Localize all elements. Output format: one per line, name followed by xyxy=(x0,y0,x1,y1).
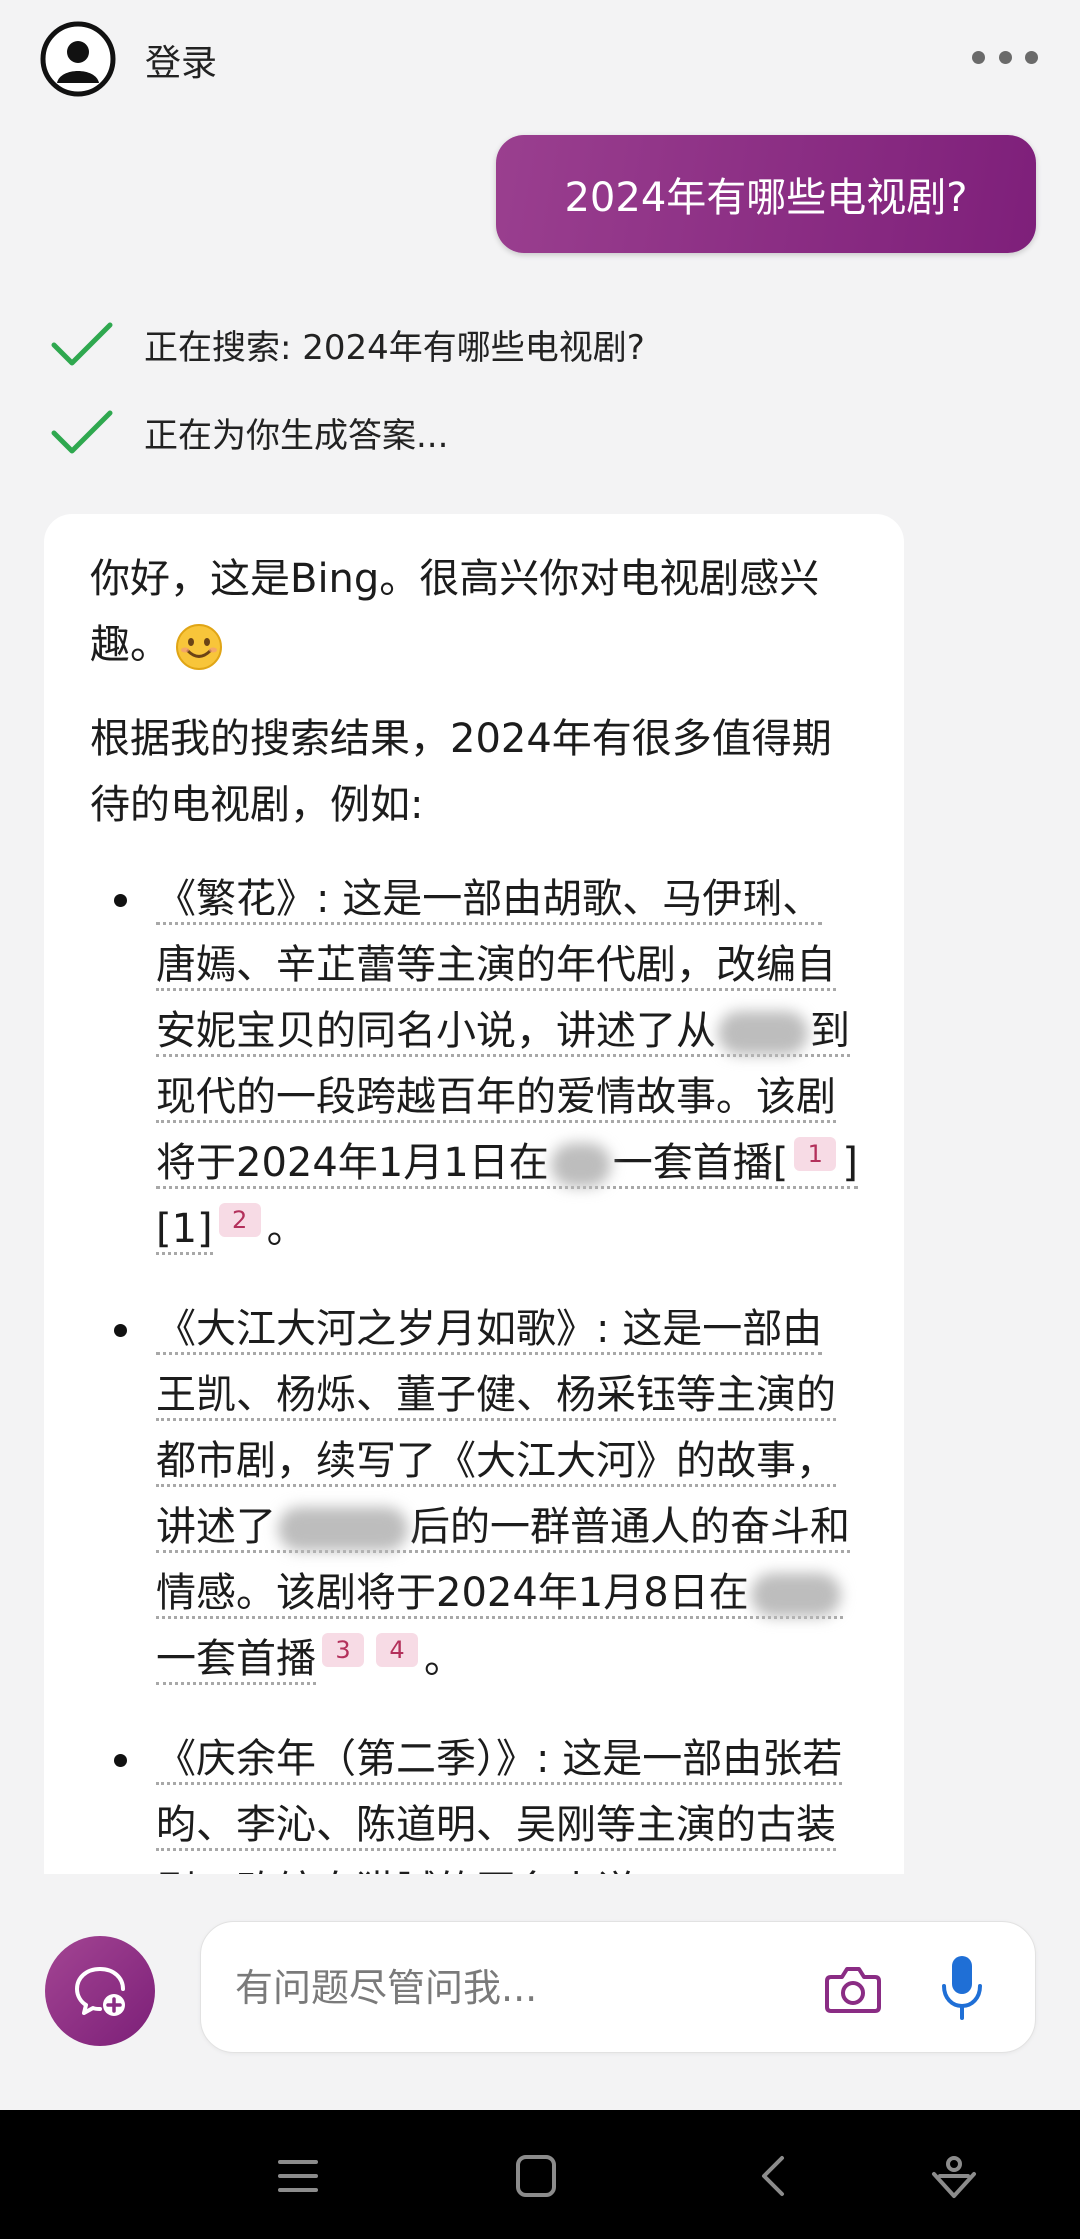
generate-status: 正在为你生成答案... xyxy=(50,402,448,462)
status-text: 正在为你生成答案... xyxy=(144,415,449,456)
assistant-icon[interactable] xyxy=(924,2148,984,2204)
back-icon[interactable] xyxy=(744,2148,804,2204)
new-topic-button[interactable] xyxy=(45,1936,155,2046)
item-end: 。 xyxy=(424,1636,464,1682)
user-message-bubble: 2024年有哪些电视剧? xyxy=(496,135,1036,253)
checkmark-icon xyxy=(51,322,113,366)
item-text[interactable]: 《繁花》: 这是一部由胡歌、马伊琍、唐嫣、辛芷蕾等主演的年代剧，改编自安妮宝贝的… xyxy=(156,876,858,1255)
redacted-blur xyxy=(278,1507,408,1551)
answer-card: 你好，这是Bing。很高兴你对电视剧感兴趣。 根据我的搜索结果，2024年有很多… xyxy=(44,514,904,1874)
citation-badge[interactable]: 2 xyxy=(218,1202,261,1237)
item-text[interactable]: 《庆余年（第二季）》: 这是一部由张若昀、李沁、陈道明、吴刚等主演的古装剧，改编… xyxy=(156,1736,843,1874)
microphone-icon[interactable] xyxy=(938,1952,986,2024)
input-area xyxy=(0,1874,1080,2110)
menu-icon[interactable] xyxy=(268,2148,328,2204)
answer-intro: 根据我的搜索结果，2024年有很多值得期待的电视剧，例如: xyxy=(90,716,832,828)
list-item: 《庆余年（第二季）》: 这是一部由张若昀、李沁、陈道明、吴刚等主演的古装剧，改编… xyxy=(90,1726,860,1874)
list-item: 《繁花》: 这是一部由胡歌、马伊琍、唐嫣、辛芷蕾等主演的年代剧，改编自安妮宝贝的… xyxy=(90,866,860,1262)
redacted-blur xyxy=(750,1573,841,1617)
citation-badge[interactable]: 3 xyxy=(322,1632,364,1667)
checkmark-icon xyxy=(51,410,113,454)
search-status: 正在搜索: 2024年有哪些电视剧? xyxy=(50,314,645,374)
item-end: 。 xyxy=(266,1206,307,1252)
top-bar: 登录 xyxy=(0,0,1080,120)
tv-show-list: 《繁花》: 这是一部由胡歌、马伊琍、唐嫣、辛芷蕾等主演的年代剧，改编自安妮宝贝的… xyxy=(90,866,860,1874)
user-avatar-icon[interactable] xyxy=(40,21,116,97)
item-text[interactable]: 《大江大河之岁月如歌》: 这是一部由王凯、杨烁、董子健、杨采钰等主演的都市剧，续… xyxy=(156,1306,850,1685)
status-text: 正在搜索: 2024年有哪些电视剧? xyxy=(144,327,645,368)
list-item: 《大江大河之岁月如歌》: 这是一部由王凯、杨烁、董子健、杨采钰等主演的都市剧，续… xyxy=(90,1296,860,1692)
redacted-blur xyxy=(550,1143,611,1187)
redacted-blur xyxy=(718,1011,808,1055)
home-icon[interactable] xyxy=(506,2148,566,2204)
chat-input[interactable] xyxy=(233,1952,797,2024)
new-chat-icon xyxy=(75,1967,125,2016)
citation-badge[interactable]: 1 xyxy=(794,1136,837,1171)
answer-greeting: 你好，这是Bing。很高兴你对电视剧感兴趣。 xyxy=(90,546,860,678)
chat-input-box[interactable] xyxy=(200,1921,1036,2053)
camera-icon[interactable] xyxy=(823,1958,883,2018)
login-link[interactable]: 登录 xyxy=(145,34,217,86)
more-options-icon[interactable] xyxy=(972,32,1038,82)
smiley-emoji-icon xyxy=(176,624,222,670)
citation-badge[interactable]: 4 xyxy=(376,1632,418,1667)
system-nav-bar xyxy=(0,2110,1080,2239)
